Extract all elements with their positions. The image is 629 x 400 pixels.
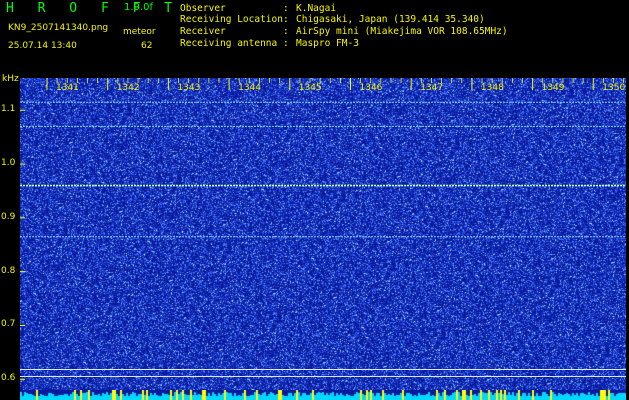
receiver-label: Receiver — [180, 26, 226, 37]
app-title: H R O F F T — [6, 1, 181, 16]
filename-label: KN9_2507141340.png — [8, 23, 109, 33]
observer-label: Observer — [180, 3, 226, 14]
receiver-value: AirSpy mini (Miakejima VOR 108.65MHz) — [296, 26, 508, 37]
colon: : — [283, 26, 289, 37]
antenna-value: Maspro FM-3 — [296, 38, 359, 49]
x-tick-label: 1344 — [238, 83, 261, 93]
datetime-label: 25.07.14 13:40 — [8, 41, 77, 51]
signal-strength-bars — [20, 390, 626, 400]
x-tick-label: 1343 — [177, 83, 200, 93]
colon: : — [283, 14, 289, 25]
x-tick-label: 1348 — [481, 83, 504, 93]
signal-strength-strip — [20, 390, 626, 400]
y-tick-label: 1.0 — [1, 158, 16, 169]
x-tick-label: 1342 — [117, 83, 140, 93]
colon: : — [283, 3, 289, 14]
spectrogram-overlay: 1341 1342 1343 1344 1345 1346 1347 1348 1349 1350 — [20, 78, 626, 380]
y-tick-label: 1.1 — [1, 104, 16, 115]
meteor-count: 62 — [141, 41, 153, 51]
location-value: Chigasaki, Japan (139.414 35.340) — [296, 14, 485, 25]
x-tick-label: 1345 — [299, 83, 322, 93]
colon: : — [283, 38, 289, 49]
y-axis-unit: kHz — [2, 74, 19, 84]
header-panel: H R O F F T 1.0.0f KN9_2507141340.png 25… — [0, 0, 629, 76]
x-tick-label: 1341 — [56, 83, 79, 93]
meteor-label: meteor — [123, 27, 156, 37]
x-tick-label: 1346 — [360, 83, 383, 93]
observer-value: K.Nagai — [296, 3, 337, 14]
y-tick-label: 0.7 — [1, 319, 16, 330]
x-tick-label: 1349 — [542, 83, 565, 93]
y-tick-label: 0.8 — [1, 265, 16, 276]
y-tick-label: 0.9 — [1, 211, 16, 222]
location-label: Receiving Location — [180, 14, 283, 25]
antenna-label: Receiving antenna — [180, 38, 278, 49]
y-tick-label: 0.6 — [1, 373, 16, 384]
spectrogram-plot: 1341 1342 1343 1344 1345 1346 1347 1348 1349 1350 — [20, 78, 626, 390]
version-label: 1.0.0f — [124, 2, 153, 13]
x-tick-label: 1347 — [420, 83, 443, 93]
x-tick-label: 1350 — [602, 83, 625, 93]
